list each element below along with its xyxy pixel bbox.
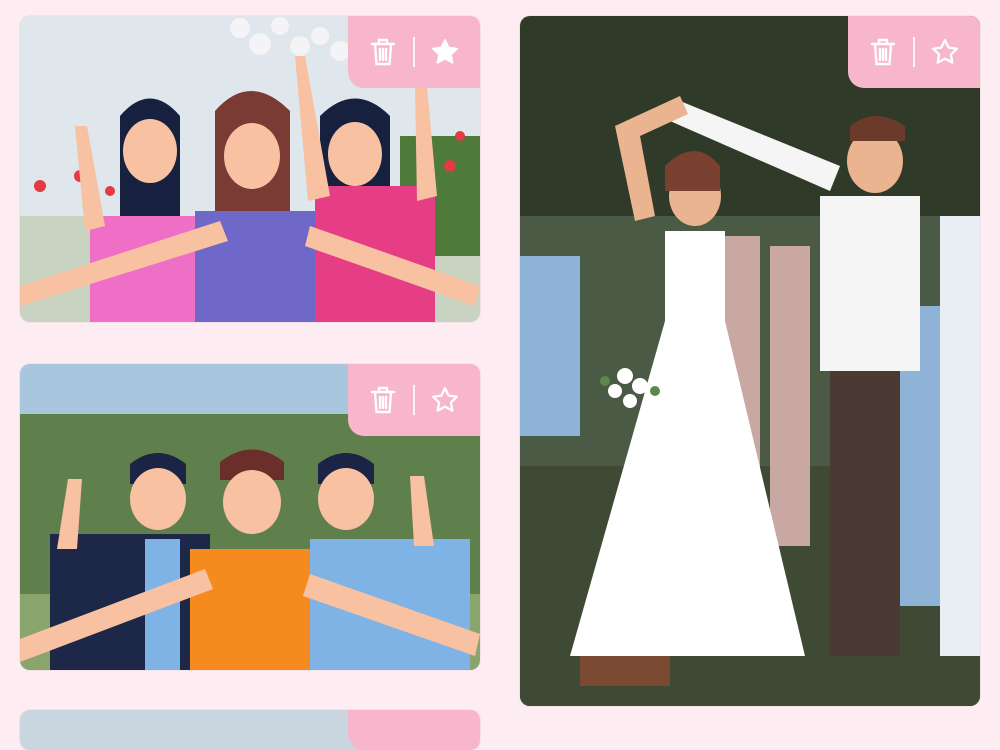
action-divider xyxy=(413,385,415,415)
trash-icon xyxy=(870,38,896,66)
wedding-dance-photo xyxy=(520,16,980,706)
gallery-card-boys[interactable] xyxy=(20,364,480,670)
card-action-bar xyxy=(348,364,480,436)
gallery-card-partial[interactable] xyxy=(20,710,480,750)
action-divider xyxy=(913,37,915,67)
star-icon xyxy=(432,387,458,412)
card-action-bar xyxy=(348,710,480,750)
trash-icon xyxy=(370,386,396,414)
delete-button[interactable] xyxy=(357,374,409,426)
action-divider xyxy=(413,37,415,67)
delete-button[interactable] xyxy=(857,26,909,78)
star-icon xyxy=(932,39,958,64)
trash-icon xyxy=(370,38,396,66)
gallery-card-girls[interactable] xyxy=(20,16,480,322)
gallery-card-wedding[interactable] xyxy=(520,16,980,706)
favorite-button[interactable] xyxy=(419,374,471,426)
card-action-bar xyxy=(348,16,480,88)
card-action-bar xyxy=(848,16,980,88)
favorite-button[interactable] xyxy=(919,26,971,78)
star-icon xyxy=(432,39,458,64)
delete-button[interactable] xyxy=(357,26,409,78)
favorite-button[interactable] xyxy=(419,26,471,78)
